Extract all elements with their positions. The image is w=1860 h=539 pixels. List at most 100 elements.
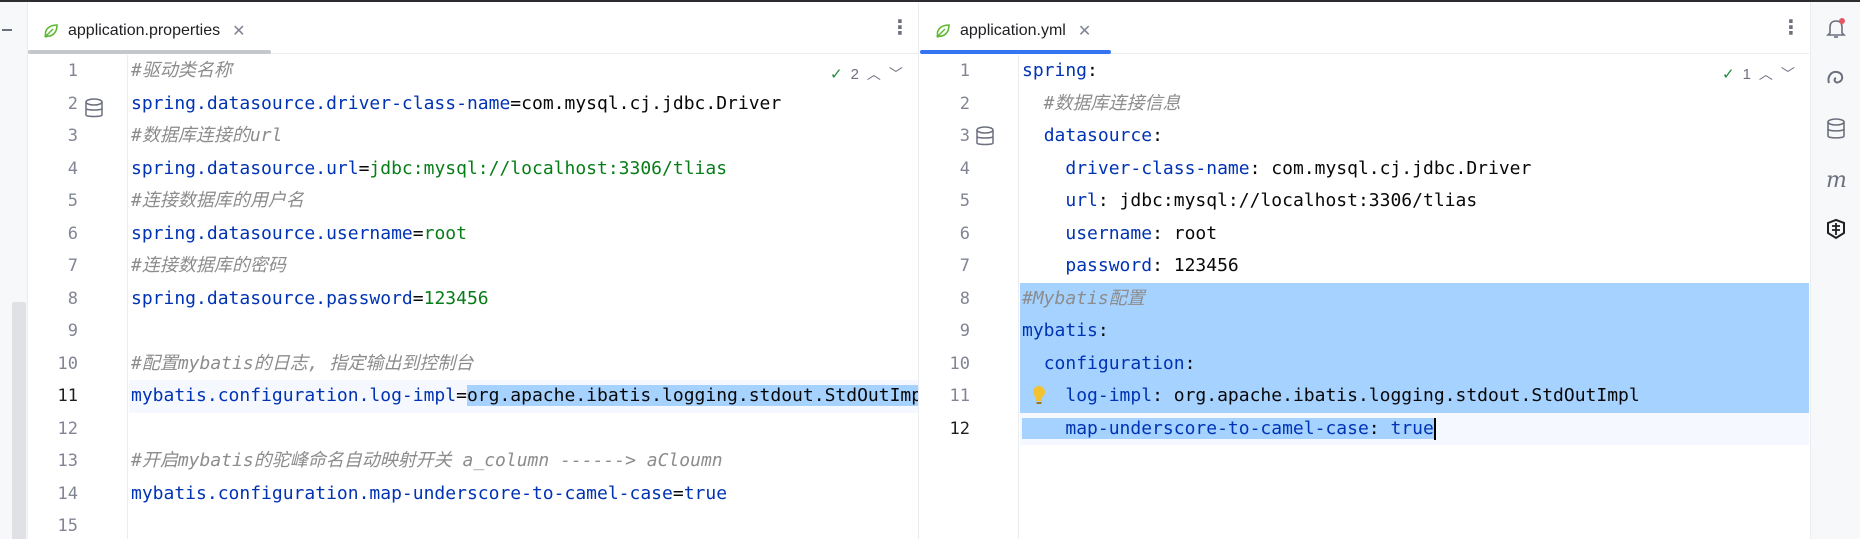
- line-number[interactable]: 10: [28, 348, 78, 381]
- chevron-up-icon[interactable]: ︿: [867, 64, 881, 84]
- line-number[interactable]: 2: [920, 88, 970, 121]
- line-number[interactable]: 5: [28, 185, 78, 218]
- line-number[interactable]: 11: [920, 380, 970, 413]
- code-token: =: [510, 92, 522, 114]
- tab-underline-inactive: [28, 50, 271, 54]
- code-line[interactable]: username: root: [1020, 218, 1809, 251]
- close-tab-icon[interactable]: ✕: [1078, 21, 1091, 41]
- code-token: true: [683, 482, 728, 504]
- code-line[interactable]: [129, 510, 918, 539]
- line-number[interactable]: 9: [920, 315, 970, 348]
- code-line[interactable]: configuration:: [1020, 347, 1809, 380]
- code-line[interactable]: [129, 413, 918, 446]
- line-number[interactable]: 11: [28, 380, 78, 413]
- line-number[interactable]: 2: [28, 88, 78, 121]
- code-line[interactable]: #开启mybatis的驼峰命名自动映射开关 a_column ------> a…: [129, 445, 918, 478]
- code-line[interactable]: spring.datasource.username=root: [129, 218, 918, 251]
- database-gutter-icon[interactable]: [84, 98, 104, 120]
- line-number[interactable]: 15: [28, 510, 78, 539]
- more-options-icon[interactable]: ⋮: [1781, 18, 1801, 38]
- code-line[interactable]: url: jdbc:mysql://localhost:3306/tlias: [1020, 185, 1809, 218]
- right-editor-pane: application.yml ✕ ⋮ 1 2 3 4 5 6 7 8 9 10 11 12 spri…: [920, 2, 1809, 539]
- left-code-area[interactable]: #驱动类名称 spring.datasource.driver-class-nam…: [129, 55, 918, 539]
- code-line[interactable]: spring:: [1020, 55, 1809, 88]
- code-line[interactable]: #驱动类名称: [129, 55, 918, 88]
- line-number[interactable]: 4: [920, 153, 970, 186]
- svg-text:m: m: [1826, 168, 1847, 192]
- line-number[interactable]: 14: [28, 478, 78, 511]
- code-line[interactable]: #数据库连接信息: [1020, 88, 1809, 121]
- code-line[interactable]: #连接数据库的用户名: [129, 185, 918, 218]
- line-number[interactable]: 12: [28, 413, 78, 446]
- code-line[interactable]: log-impl: org.apache.ibatis.logging.stdo…: [1020, 380, 1809, 413]
- code-token: 123456: [423, 287, 489, 309]
- line-number[interactable]: 13: [28, 445, 78, 478]
- code-line[interactable]: mybatis.configuration.map-underscore-to-…: [129, 478, 918, 511]
- code-token: mybatis: [1022, 320, 1098, 341]
- line-number[interactable]: 4: [28, 153, 78, 186]
- code-token: #驱动类名称: [131, 60, 232, 81]
- line-number[interactable]: 3: [920, 120, 970, 153]
- maven-icon[interactable]: m: [1824, 168, 1848, 192]
- chevron-down-icon[interactable]: ﹀: [1781, 64, 1795, 84]
- chevron-down-icon[interactable]: ﹀: [889, 64, 903, 84]
- plugin-icon[interactable]: [1824, 217, 1848, 241]
- code-token: :: [1152, 125, 1163, 146]
- scrollbar-thumb[interactable]: [12, 302, 26, 539]
- code-token: mybatis.configuration.log-impl: [131, 385, 457, 406]
- code-token: #连接数据库的密码: [131, 255, 286, 276]
- code-line[interactable]: map-underscore-to-camel-case: true: [1020, 412, 1809, 445]
- database-icon[interactable]: [1824, 117, 1848, 141]
- line-number[interactable]: 5: [920, 185, 970, 218]
- lightbulb-icon[interactable]: [1031, 385, 1047, 407]
- line-number[interactable]: 7: [920, 250, 970, 283]
- code-line[interactable]: #数据库连接的url: [129, 120, 918, 153]
- line-number[interactable]: 8: [920, 283, 970, 316]
- inspection-widget[interactable]: ✓ 1 ︿ ﹀: [1722, 64, 1795, 84]
- code-token: : root: [1152, 222, 1218, 244]
- code-token: spring.datasource.password: [131, 287, 413, 309]
- line-number[interactable]: 6: [920, 218, 970, 251]
- line-number[interactable]: 8: [28, 283, 78, 316]
- code-line[interactable]: spring.datasource.url=jdbc:mysql://local…: [129, 153, 918, 186]
- code-token: configuration: [1043, 352, 1185, 374]
- line-number[interactable]: 7: [28, 250, 78, 283]
- line-number[interactable]: 9: [28, 315, 78, 348]
- code-line[interactable]: datasource:: [1020, 120, 1809, 153]
- code-line[interactable]: password: 123456: [1020, 250, 1809, 283]
- line-number[interactable]: 6: [28, 218, 78, 251]
- more-options-icon[interactable]: ⋮: [890, 18, 910, 38]
- tab-application-properties[interactable]: application.properties ✕: [28, 12, 260, 50]
- line-number[interactable]: 1: [920, 55, 970, 88]
- code-line[interactable]: [129, 315, 918, 348]
- code-line[interactable]: mybatis:: [1020, 315, 1809, 348]
- code-line[interactable]: #Mybatis配置: [1020, 282, 1809, 315]
- line-number[interactable]: 1: [28, 55, 78, 88]
- close-tab-icon[interactable]: ✕: [232, 21, 245, 41]
- text-caret: [1433, 417, 1436, 440]
- tab-application-yml[interactable]: application.yml ✕: [920, 12, 1105, 50]
- code-line[interactable]: spring.datasource.driver-class-name=com.…: [129, 88, 918, 121]
- database-gutter-icon[interactable]: [975, 126, 995, 148]
- line-number[interactable]: 12: [920, 413, 970, 446]
- left-editor-pane: application.properties ✕ ⋮ 1 2 3 4 5 6 7 8 9 10 11…: [28, 2, 919, 539]
- code-token: spring.datasource.driver-class-name: [131, 92, 511, 114]
- right-code-area[interactable]: spring: #数据库连接信息 datasource: driver-clas…: [1020, 55, 1809, 539]
- inspection-widget[interactable]: ✓ 2 ︿ ﹀: [830, 64, 903, 84]
- ai-assistant-icon[interactable]: [1824, 67, 1848, 91]
- code-line[interactable]: driver-class-name: com.mysql.cj.jdbc.Dri…: [1020, 153, 1809, 186]
- code-token: : org.apache.ibatis.logging.stdout.StdOu…: [1152, 385, 1640, 406]
- collapse-marker[interactable]: [2, 29, 12, 31]
- line-number[interactable]: 10: [920, 348, 970, 381]
- chevron-up-icon[interactable]: ︿: [1759, 64, 1773, 84]
- code-token: url: [1065, 190, 1098, 211]
- code-line[interactable]: #连接数据库的密码: [129, 250, 918, 283]
- code-line[interactable]: mybatis.configuration.log-impl=org.apach…: [129, 380, 918, 413]
- line-number[interactable]: 3: [28, 120, 78, 153]
- code-line[interactable]: #配置mybatis的日志, 指定输出到控制台: [129, 348, 918, 381]
- notifications-icon[interactable]: [1824, 16, 1848, 40]
- right-tool-window-bar: m: [1810, 2, 1860, 539]
- code-line[interactable]: spring.datasource.password=123456: [129, 283, 918, 316]
